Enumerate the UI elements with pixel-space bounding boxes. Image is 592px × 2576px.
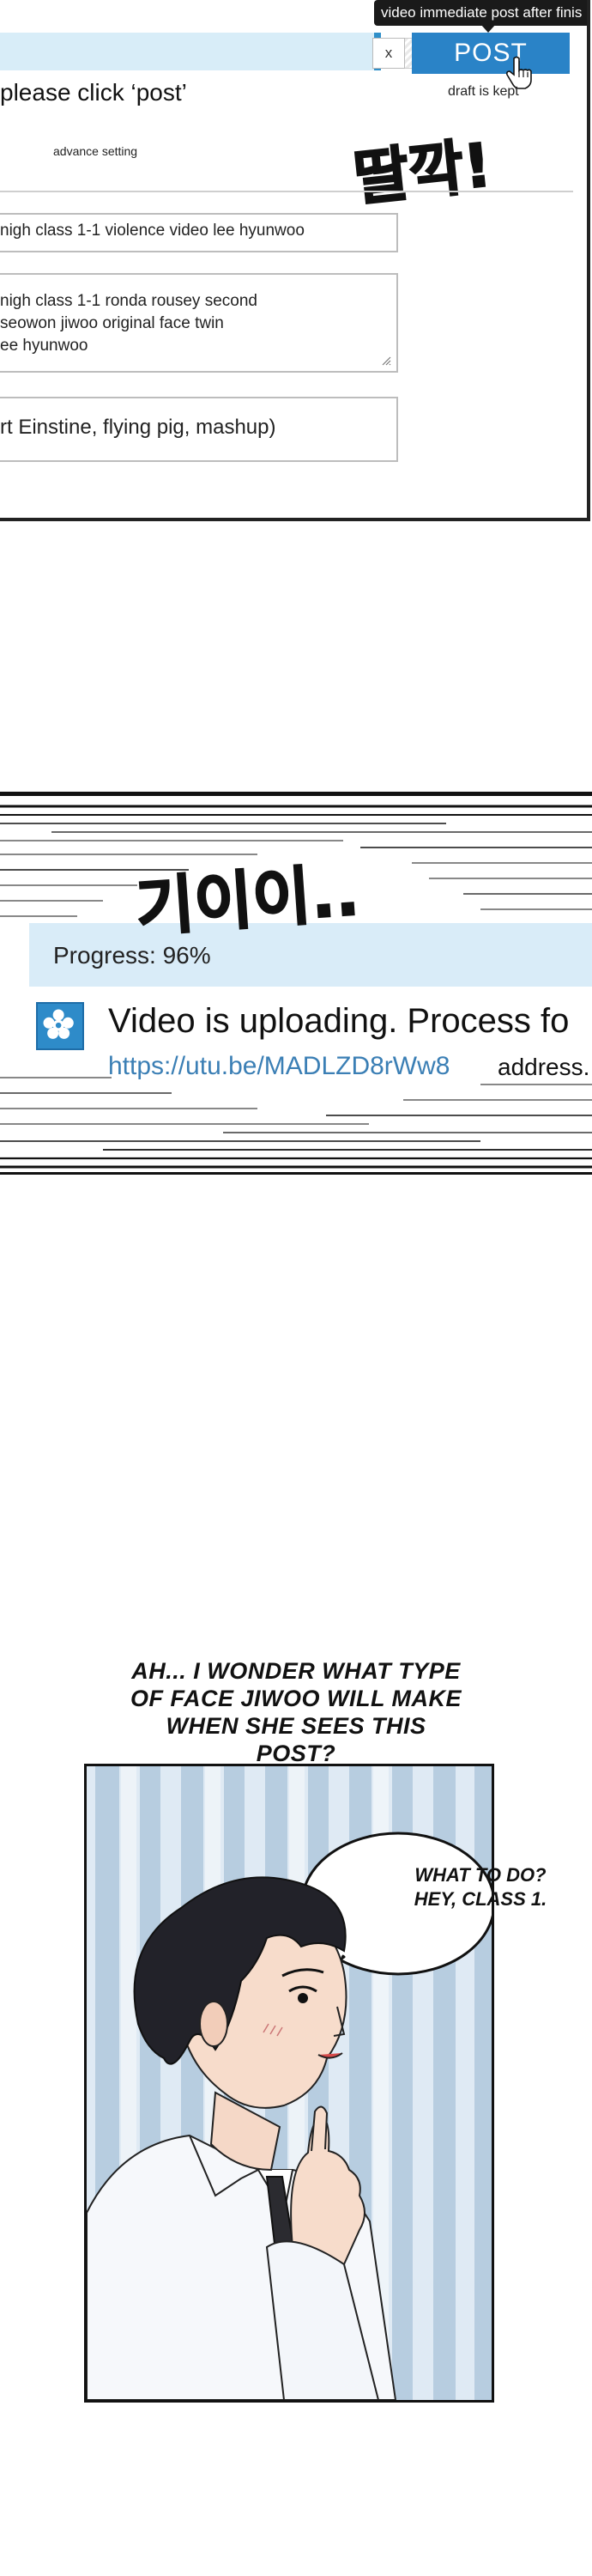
description-line: ee hyunwoo <box>0 337 88 355</box>
bubble-line: HEY, CLASS 1. <box>414 1888 547 1910</box>
tooltip-tail <box>480 24 496 33</box>
video-tags-field[interactable]: rt Einstine, flying pig, mashup) <box>0 397 398 462</box>
progress-label: Progress: 96% <box>53 942 211 969</box>
description-line: nigh class 1-1 ronda rousey second <box>0 292 257 310</box>
bubble-line: WHAT TO DO? <box>414 1864 547 1886</box>
video-link[interactable]: https://utu.be/MADLZD8rWw8 <box>108 1052 450 1081</box>
flower-icon <box>36 1002 84 1050</box>
speech-bubble-text: WHAT TO DO? HEY, CLASS 1. <box>386 1863 575 1911</box>
upload-form-panel: x POST video immediate post after finis … <box>0 0 590 521</box>
video-title-field[interactable]: nigh class 1-1 violence video lee hyunwo… <box>0 213 398 252</box>
post-button[interactable]: POST <box>412 33 570 74</box>
description-line: seowon jiwoo original face twin <box>0 314 224 332</box>
sfx-grinding-lettering: 기이이.. <box>133 855 363 940</box>
upload-message: Video is uploading. Process fo <box>108 1002 570 1040</box>
narration-caption: AH... I WONDER WHAT TYPE OF FACE JIWOO W… <box>129 1657 463 1767</box>
sfx-grinding-text: 기이이.. <box>134 856 362 940</box>
comic-panel <box>84 1764 494 2403</box>
video-description-field[interactable]: nigh class 1-1 ronda rousey second seowo… <box>0 273 398 373</box>
boy-thinking-illustration <box>87 1766 492 2400</box>
title-input-bar[interactable] <box>0 33 381 70</box>
sfx-click-lettering: 딸깍! <box>349 129 495 213</box>
divider <box>0 191 573 192</box>
caption-line: OF FACE JIWOO WILL MAKE <box>130 1686 462 1711</box>
advance-setting-link[interactable]: advance setting <box>53 144 137 158</box>
draft-note: draft is kept <box>448 84 519 99</box>
close-button[interactable]: x <box>372 38 405 69</box>
resize-grip-icon[interactable] <box>381 355 391 366</box>
link-suffix: address. <box>498 1054 590 1080</box>
post-tooltip: video immediate post after finis <box>374 0 587 26</box>
caption-line: WHEN SHE SEES THIS POST? <box>166 1713 426 1766</box>
caption-line: AH... I WONDER WHAT TYPE <box>131 1658 461 1684</box>
sfx-click-text: 딸깍! <box>350 130 494 213</box>
instruction-text: please click ‘post’ <box>0 79 187 106</box>
upload-progress-panel: Progress: 96% 기이이.. Video is uploading. … <box>0 792 592 1175</box>
